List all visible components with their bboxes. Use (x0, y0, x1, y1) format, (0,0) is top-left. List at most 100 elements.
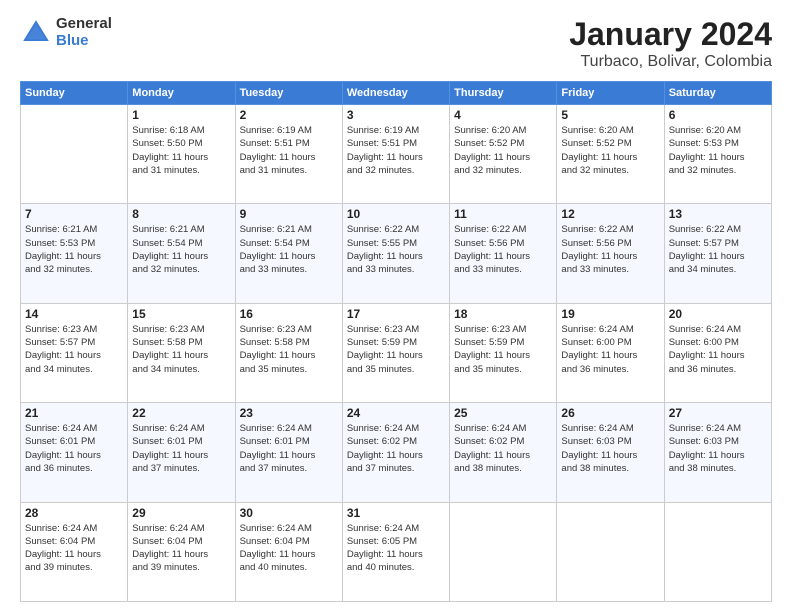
day-number: 31 (347, 506, 445, 520)
table-row: 25 Sunrise: 6:24 AM Sunset: 6:02 PM Dayli… (450, 403, 557, 502)
table-row: 24Sunrise: 6:24 AM Sunset: 6:02 PM Dayli… (342, 403, 449, 502)
day-number: 26 (561, 406, 659, 420)
day-info: Sunrise: 6:22 AM Sunset: 5:56 PM Dayligh… (561, 223, 659, 276)
day-info: Sunrise: 6:21 AM Sunset: 5:53 PM Dayligh… (25, 223, 123, 276)
table-row: 8 Sunrise: 6:21 AM Sunset: 5:54 PM Daylig… (128, 204, 235, 303)
table-row: 10 Sunrise: 6:22 AM Sunset: 5:55 PM Dayli… (342, 204, 449, 303)
day-number: 10 (347, 207, 445, 221)
table-row: 14 Sunrise: 6:23 AM Sunset: 5:57 PM Dayli… (21, 303, 128, 402)
table-row: 16 Sunrise: 6:23 AM Sunset: 5:58 PM Dayli… (235, 303, 342, 402)
day-info: Sunrise: 6:24 AM Sunset: 6:02 PM Dayligh… (347, 422, 445, 475)
title-block: January 2024 Turbaco, Bolivar, Colombia (569, 16, 772, 71)
table-row (21, 105, 128, 204)
calendar-week-row: 21 Sunrise: 6:24 AM Sunset: 6:01 PM Dayli… (21, 403, 772, 502)
table-row: 11Sunrise: 6:22 AM Sunset: 5:56 PM Dayli… (450, 204, 557, 303)
table-row: 29Sunrise: 6:24 AM Sunset: 6:04 PM Dayli… (128, 502, 235, 601)
table-row: 3 Sunrise: 6:19 AM Sunset: 5:51 PM Daylig… (342, 105, 449, 204)
calendar-header-row: Sunday Monday Tuesday Wednesday Thursday… (21, 82, 772, 105)
day-info: Sunrise: 6:21 AM Sunset: 5:54 PM Dayligh… (240, 223, 338, 276)
day-info: Sunrise: 6:23 AM Sunset: 5:58 PM Dayligh… (132, 323, 230, 376)
day-info: Sunrise: 6:24 AM Sunset: 6:04 PM Dayligh… (25, 522, 123, 575)
day-info: Sunrise: 6:21 AM Sunset: 5:54 PM Dayligh… (132, 223, 230, 276)
day-number: 8 (132, 207, 230, 221)
table-row: 18 Sunrise: 6:23 AM Sunset: 5:59 PM Dayli… (450, 303, 557, 402)
day-number: 1 (132, 108, 230, 122)
day-number: 12 (561, 207, 659, 221)
table-row: 4 Sunrise: 6:20 AM Sunset: 5:52 PM Daylig… (450, 105, 557, 204)
day-number: 7 (25, 207, 123, 221)
table-row (450, 502, 557, 601)
table-row: 12 Sunrise: 6:22 AM Sunset: 5:56 PM Dayli… (557, 204, 664, 303)
calendar-week-row: 14 Sunrise: 6:23 AM Sunset: 5:57 PM Dayli… (21, 303, 772, 402)
day-info: Sunrise: 6:23 AM Sunset: 5:59 PM Dayligh… (454, 323, 552, 376)
day-info: Sunrise: 6:24 AM Sunset: 6:05 PM Dayligh… (347, 522, 445, 575)
day-number: 3 (347, 108, 445, 122)
logo-general-text: General (56, 16, 112, 33)
table-row: 23Sunrise: 6:24 AM Sunset: 6:01 PM Dayli… (235, 403, 342, 502)
day-info: Sunrise: 6:22 AM Sunset: 5:55 PM Dayligh… (347, 223, 445, 276)
table-row: 26 Sunrise: 6:24 AM Sunset: 6:03 PM Dayli… (557, 403, 664, 502)
day-info: Sunrise: 6:20 AM Sunset: 5:52 PM Dayligh… (454, 124, 552, 177)
day-number: 21 (25, 406, 123, 420)
day-number: 30 (240, 506, 338, 520)
day-info: Sunrise: 6:24 AM Sunset: 6:01 PM Dayligh… (132, 422, 230, 475)
header-monday: Monday (128, 82, 235, 105)
day-number: 22 (132, 406, 230, 420)
header-saturday: Saturday (664, 82, 771, 105)
table-row: 7 Sunrise: 6:21 AM Sunset: 5:53 PM Daylig… (21, 204, 128, 303)
day-info: Sunrise: 6:19 AM Sunset: 5:51 PM Dayligh… (240, 124, 338, 177)
day-number: 4 (454, 108, 552, 122)
calendar-week-row: 7 Sunrise: 6:21 AM Sunset: 5:53 PM Daylig… (21, 204, 772, 303)
table-row: 9 Sunrise: 6:21 AM Sunset: 5:54 PM Daylig… (235, 204, 342, 303)
calendar-week-row: 28 Sunrise: 6:24 AM Sunset: 6:04 PM Dayli… (21, 502, 772, 601)
day-info: Sunrise: 6:24 AM Sunset: 6:02 PM Dayligh… (454, 422, 552, 475)
page: General Blue January 2024 Turbaco, Boliv… (0, 0, 792, 612)
header-tuesday: Tuesday (235, 82, 342, 105)
day-info: Sunrise: 6:23 AM Sunset: 5:57 PM Dayligh… (25, 323, 123, 376)
table-row: 27Sunrise: 6:24 AM Sunset: 6:03 PM Dayli… (664, 403, 771, 502)
day-info: Sunrise: 6:24 AM Sunset: 6:00 PM Dayligh… (561, 323, 659, 376)
table-row: 17Sunrise: 6:23 AM Sunset: 5:59 PM Dayli… (342, 303, 449, 402)
day-info: Sunrise: 6:19 AM Sunset: 5:51 PM Dayligh… (347, 124, 445, 177)
day-info: Sunrise: 6:18 AM Sunset: 5:50 PM Dayligh… (132, 124, 230, 177)
day-info: Sunrise: 6:23 AM Sunset: 5:58 PM Dayligh… (240, 323, 338, 376)
table-row: 15 Sunrise: 6:23 AM Sunset: 5:58 PM Dayli… (128, 303, 235, 402)
table-row: 30 Sunrise: 6:24 AM Sunset: 6:04 PM Dayli… (235, 502, 342, 601)
day-number: 9 (240, 207, 338, 221)
day-number: 25 (454, 406, 552, 420)
day-info: Sunrise: 6:24 AM Sunset: 6:03 PM Dayligh… (669, 422, 767, 475)
header-thursday: Thursday (450, 82, 557, 105)
table-row: 6 Sunrise: 6:20 AM Sunset: 5:53 PM Daylig… (664, 105, 771, 204)
day-info: Sunrise: 6:24 AM Sunset: 6:03 PM Dayligh… (561, 422, 659, 475)
table-row: 2 Sunrise: 6:19 AM Sunset: 5:51 PM Daylig… (235, 105, 342, 204)
calendar-table: Sunday Monday Tuesday Wednesday Thursday… (20, 81, 772, 602)
day-number: 17 (347, 307, 445, 321)
day-info: Sunrise: 6:22 AM Sunset: 5:56 PM Dayligh… (454, 223, 552, 276)
day-number: 18 (454, 307, 552, 321)
header-sunday: Sunday (21, 82, 128, 105)
logo-blue-text: Blue (56, 33, 112, 50)
day-info: Sunrise: 6:24 AM Sunset: 6:04 PM Dayligh… (240, 522, 338, 575)
day-number: 14 (25, 307, 123, 321)
logo-icon (20, 17, 52, 49)
table-row: 28 Sunrise: 6:24 AM Sunset: 6:04 PM Dayli… (21, 502, 128, 601)
logo: General Blue (20, 16, 112, 49)
day-info: Sunrise: 6:20 AM Sunset: 5:53 PM Dayligh… (669, 124, 767, 177)
day-number: 15 (132, 307, 230, 321)
day-info: Sunrise: 6:24 AM Sunset: 6:01 PM Dayligh… (240, 422, 338, 475)
table-row: 5Sunrise: 6:20 AM Sunset: 5:52 PM Daylig… (557, 105, 664, 204)
day-number: 5 (561, 108, 659, 122)
day-number: 29 (132, 506, 230, 520)
day-number: 6 (669, 108, 767, 122)
day-info: Sunrise: 6:24 AM Sunset: 6:01 PM Dayligh… (25, 422, 123, 475)
day-number: 20 (669, 307, 767, 321)
day-number: 2 (240, 108, 338, 122)
table-row: 1 Sunrise: 6:18 AM Sunset: 5:50 PM Daylig… (128, 105, 235, 204)
day-number: 19 (561, 307, 659, 321)
table-row: 19 Sunrise: 6:24 AM Sunset: 6:00 PM Dayli… (557, 303, 664, 402)
day-number: 13 (669, 207, 767, 221)
day-number: 28 (25, 506, 123, 520)
table-row: 21 Sunrise: 6:24 AM Sunset: 6:01 PM Dayli… (21, 403, 128, 502)
table-row: 31 Sunrise: 6:24 AM Sunset: 6:05 PM Dayli… (342, 502, 449, 601)
day-number: 16 (240, 307, 338, 321)
